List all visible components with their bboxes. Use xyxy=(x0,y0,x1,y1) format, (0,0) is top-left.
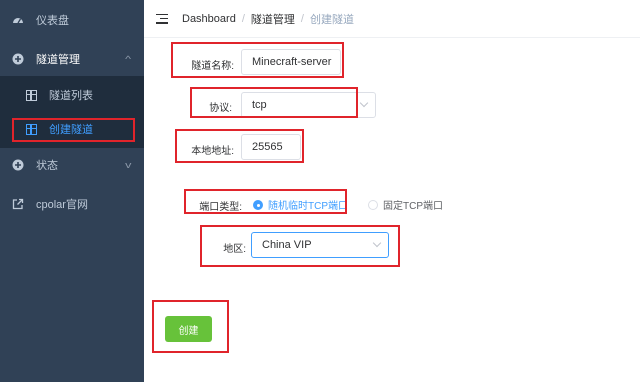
breadcrumb-item: 创建隧道 xyxy=(309,13,354,26)
plus-circle-icon xyxy=(12,53,24,65)
table-icon xyxy=(26,89,37,101)
sidebar-item-tunnel-management[interactable]: 隧道管理 ^ xyxy=(0,42,144,76)
highlight-box xyxy=(171,42,344,78)
breadcrumb-item[interactable]: Dashboard xyxy=(182,13,236,25)
highlight-box xyxy=(152,300,229,353)
plus-circle-icon xyxy=(12,159,24,171)
highlight-box xyxy=(175,129,304,163)
breadcrumb-separator: / xyxy=(241,12,245,25)
sidebar-item-label: 仪表盘 xyxy=(36,15,69,27)
chevron-down-icon xyxy=(359,98,369,108)
highlight-box xyxy=(12,118,135,142)
breadcrumb-separator: / xyxy=(300,12,304,25)
sidebar-item-tunnel-list[interactable]: 隧道列表 xyxy=(0,78,144,112)
chevron-down-icon: v xyxy=(124,160,131,170)
highlight-box xyxy=(190,87,358,118)
radio-fixed-port[interactable]: 固定TCP端口 xyxy=(368,197,443,212)
breadcrumb: Dashboard / 隧道管理 / 创建隧道 xyxy=(182,11,354,27)
sidebar-item-cpolar-website[interactable]: cpolar官网 xyxy=(0,187,144,221)
hamburger-icon[interactable] xyxy=(156,13,168,24)
radio-label: 固定TCP端口 xyxy=(383,201,443,212)
navbar: Dashboard / 隧道管理 / 创建隧道 xyxy=(144,0,640,38)
breadcrumb-item: 隧道管理 xyxy=(250,13,295,26)
sidebar-item-status[interactable]: 状态 v xyxy=(0,148,144,182)
sidebar-item-label: 隧道列表 xyxy=(49,90,93,102)
sidebar-item-label: 状态 xyxy=(36,160,58,172)
radio-dot xyxy=(368,199,378,210)
external-link-icon xyxy=(12,198,24,210)
sidebar-item-label: 隧道管理 xyxy=(36,54,80,66)
sidebar-item-label: cpolar官网 xyxy=(36,199,88,211)
highlight-box xyxy=(200,225,400,267)
highlight-box xyxy=(184,189,347,214)
sidebar-item-dashboard[interactable]: 仪表盘 xyxy=(0,3,144,37)
sidebar: 仪表盘 隧道管理 ^ 隧道列表 创建隧道 状态 v cpolar官网 xyxy=(0,0,144,382)
chevron-up-icon: ^ xyxy=(124,54,131,64)
dashboard-icon xyxy=(12,14,24,26)
